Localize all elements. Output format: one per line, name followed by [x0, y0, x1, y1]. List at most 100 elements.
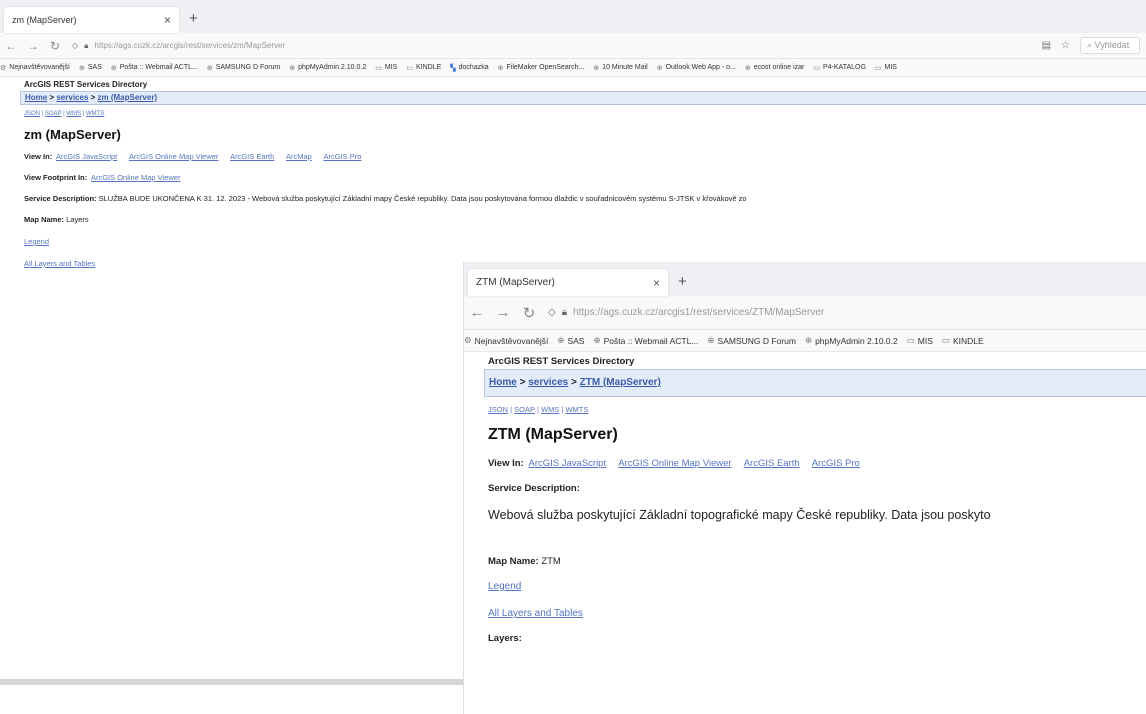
format-links: JSON | SOAP | WMS | WMTS: [488, 405, 1146, 414]
wms-link[interactable]: WMS: [541, 405, 559, 414]
bookmark-item[interactable]: ⊕ Pošta :: Webmail ACTL...: [593, 335, 698, 346]
back-icon[interactable]: ←: [464, 304, 490, 321]
service-description-label: Service Description:: [24, 194, 97, 203]
view-in-row: View In: ArcGIS JavaScript ArcGIS Online…: [24, 152, 1146, 161]
all-layers-link[interactable]: All Layers and Tables: [488, 608, 583, 619]
bookmark-label: MIS: [884, 64, 897, 71]
directory-title: ArcGIS REST Services Directory: [24, 80, 148, 89]
bookmark-folder[interactable]: ▭ KINDLE: [406, 64, 441, 72]
wmts-link[interactable]: WMTS: [86, 111, 104, 117]
bookmark-folder[interactable]: ▭ MIS: [907, 335, 933, 346]
reload-icon[interactable]: ↻: [516, 304, 542, 322]
search-input[interactable]: ⌕ Vyhledat: [1080, 37, 1140, 54]
bookmark-item[interactable]: ⊕ SAMSUNG D Forum: [707, 335, 796, 346]
bookmark-item[interactable]: ⊕ SAMSUNG D Forum: [207, 64, 280, 72]
bookmark-item[interactable]: ⊕ SAS: [557, 335, 584, 346]
folder-icon: ▭: [874, 64, 882, 72]
tab-zm-mapserver[interactable]: zm (MapServer) ×: [4, 7, 179, 33]
view-in-link[interactable]: ArcGIS JavaScript: [529, 458, 607, 469]
breadcrumb-services[interactable]: services: [56, 93, 88, 102]
globe-icon: ⊕: [656, 64, 663, 72]
breadcrumb-services[interactable]: services: [528, 377, 568, 388]
json-link[interactable]: JSON: [488, 405, 508, 414]
breadcrumb-current[interactable]: ZTM (MapServer): [580, 377, 661, 388]
app-icon: ▚: [450, 64, 456, 72]
bookmark-item[interactable]: ⊕ Outlook Web App - o...: [657, 64, 736, 72]
bookmark-folder[interactable]: ▭ MIS: [375, 64, 397, 72]
breadcrumb-home[interactable]: Home: [489, 377, 517, 388]
view-in-link[interactable]: ArcGIS Earth: [230, 152, 274, 161]
view-footprint-link[interactable]: ArcGIS Online Map Viewer: [91, 173, 180, 182]
bookmark-item[interactable]: ⊕ FileMaker OpenSearch...: [498, 64, 585, 72]
back-icon[interactable]: ←: [0, 39, 22, 53]
bookmark-folder[interactable]: ▭ MIS: [875, 64, 897, 72]
soap-link[interactable]: SOAP: [514, 405, 535, 414]
lock-icon: 🔒︎: [84, 40, 89, 50]
folder-icon: ▭: [941, 335, 950, 345]
bookmark-item[interactable]: ▚ dochazka: [450, 64, 488, 72]
view-in-link[interactable]: ArcGIS Online Map Viewer: [129, 152, 218, 161]
bookmark-item[interactable]: ⊕ ecost online izar: [745, 64, 804, 72]
bookmark-label: FileMaker OpenSearch...: [506, 64, 585, 71]
bookmark-label: Outlook Web App - o...: [665, 64, 736, 71]
close-tab-icon[interactable]: ×: [164, 13, 171, 27]
folder-icon: ▭: [813, 64, 820, 72]
bookmark-label: KINDLE: [415, 64, 442, 71]
reader-view-icon[interactable]: ▤: [1042, 40, 1051, 51]
service-description-text: SLUŽBA BUDE UKONČENA K 31. 12. 2023 - We…: [98, 194, 747, 203]
wmts-link[interactable]: WMTS: [565, 405, 588, 414]
view-in-link[interactable]: ArcGIS Earth: [744, 458, 800, 469]
bookmark-label: SAMSUNG D Forum: [215, 64, 281, 71]
gear-icon: ⚙: [0, 64, 7, 72]
breadcrumb-current[interactable]: zm (MapServer): [98, 93, 158, 102]
bookmark-item[interactable]: ⊕ phpMyAdmin 2.10.0.2: [289, 64, 366, 72]
view-in-link[interactable]: ArcGIS JavaScript: [56, 152, 117, 161]
globe-icon: ⊕: [593, 64, 600, 72]
bookmark-item[interactable]: ⚙ Nejnavštěvovanější: [0, 64, 70, 72]
bookmark-label: Pošta :: Webmail ACTL...: [603, 335, 699, 346]
legend-link[interactable]: Legend: [24, 237, 49, 246]
view-in-link[interactable]: ArcGIS Pro: [812, 458, 860, 469]
legend-link[interactable]: Legend: [488, 581, 521, 592]
wms-link[interactable]: WMS: [66, 111, 81, 117]
bookmark-label: MIS: [384, 64, 398, 71]
close-tab-icon[interactable]: ×: [653, 276, 660, 290]
navigation-bar: ← → ↻ ◇ 🔒︎ https://ags.cuzk.cz/arcgis/re…: [0, 33, 1146, 59]
folder-icon: ▭: [406, 64, 413, 72]
globe-icon: ⊕: [289, 64, 296, 72]
breadcrumb: Home > services > ZTM (MapServer): [484, 369, 1146, 397]
bookmark-star-icon[interactable]: ☆: [1061, 40, 1070, 51]
address-bar[interactable]: ◇ 🔒︎ https://ags.cuzk.cz/arcgis/rest/ser…: [72, 41, 1036, 51]
shield-icon: ◇: [72, 41, 79, 50]
bookmark-label: SAMSUNG D Forum: [717, 335, 796, 346]
globe-icon: ⊕: [744, 64, 751, 72]
view-in-link[interactable]: ArcGIS Pro: [323, 152, 361, 161]
bookmark-item[interactable]: ⊕ phpMyAdmin 2.10.0.2: [805, 335, 898, 346]
json-link[interactable]: JSON: [24, 111, 40, 117]
breadcrumb-separator: >: [47, 93, 57, 102]
search-placeholder: Vyhledat: [1094, 40, 1130, 50]
forward-icon[interactable]: →: [22, 39, 44, 53]
bookmark-item[interactable]: ⊕ Pošta :: Webmail ACTL...: [111, 64, 198, 72]
globe-icon: ⊕: [497, 64, 504, 72]
view-in-link[interactable]: ArcMap: [286, 152, 312, 161]
bookmark-item[interactable]: ⊕ 10 Minute Mail: [593, 64, 647, 72]
view-in-link[interactable]: ArcGIS Online Map Viewer: [618, 458, 731, 469]
bookmark-folder[interactable]: ▭ KINDLE: [942, 335, 984, 346]
address-bar[interactable]: ◇ 🔒︎ https://ags.cuzk.cz/arcgis1/rest/se…: [548, 307, 1140, 318]
bookmark-item[interactable]: ⊕ SAS: [79, 64, 102, 72]
bookmark-label: dochazka: [458, 64, 489, 71]
all-layers-link[interactable]: All Layers and Tables: [24, 259, 95, 268]
bookmark-folder[interactable]: ▭ P4-KATALOG: [813, 64, 866, 72]
tab-ztm-mapserver[interactable]: ZTM (MapServer) ×: [468, 269, 668, 296]
horizontal-scrollbar[interactable]: [0, 679, 463, 685]
new-tab-button[interactable]: +: [678, 273, 687, 296]
bookmark-label: P4-KATALOG: [822, 64, 866, 71]
soap-link[interactable]: SOAP: [45, 111, 62, 117]
bookmark-item[interactable]: ⚙ Nejnavštěvovanější: [464, 335, 548, 346]
forward-icon[interactable]: →: [490, 304, 516, 321]
reload-icon[interactable]: ↻: [44, 39, 66, 53]
new-tab-button[interactable]: +: [189, 10, 198, 33]
page-content: ArcGIS REST Services Directory Home > se…: [464, 352, 1146, 644]
breadcrumb-home[interactable]: Home: [25, 93, 47, 102]
